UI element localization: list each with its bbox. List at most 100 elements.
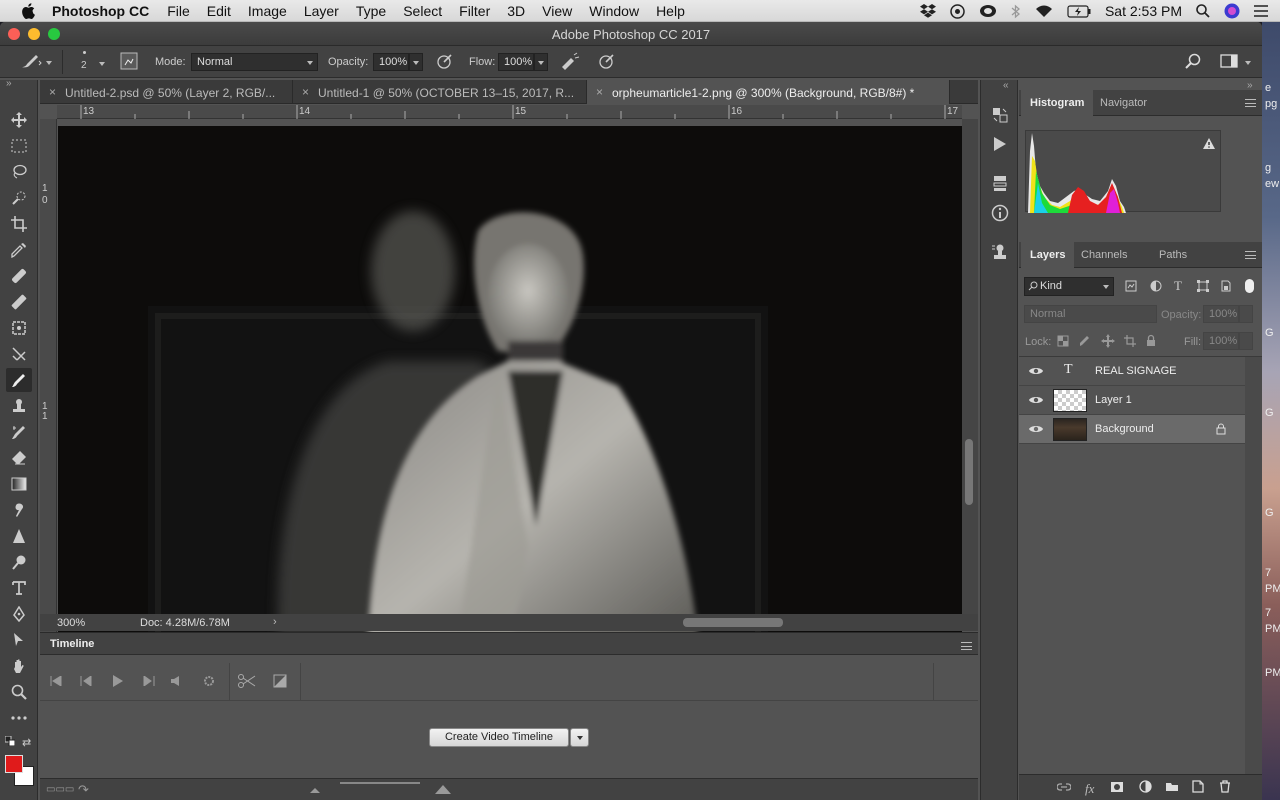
mode-dropdown-arrow[interactable] (307, 61, 313, 65)
workspace-switcher-icon[interactable] (1220, 54, 1238, 68)
lock-artboard-icon[interactable] (1124, 335, 1136, 347)
document-canvas[interactable] (58, 126, 962, 636)
brush-tool-icon-2[interactable] (6, 290, 32, 314)
close-tab-icon[interactable]: × (302, 85, 309, 99)
crop-tool-icon[interactable] (6, 212, 32, 236)
status-menu-arrow-icon[interactable]: › (273, 616, 277, 628)
preset-dropdown-arrow[interactable] (46, 61, 52, 65)
marquee-tool-icon[interactable] (6, 134, 32, 158)
timeline-title[interactable]: Timeline (50, 638, 94, 650)
actions-panel-icon[interactable] (989, 133, 1011, 155)
tab-channels[interactable]: Channels (1072, 242, 1136, 268)
fill-field[interactable]: 100% (1203, 332, 1239, 350)
menu-view[interactable]: View (542, 3, 572, 19)
convert-frame-icon[interactable]: ↷ (78, 782, 89, 798)
history-panel-icon[interactable] (989, 104, 1011, 126)
move-tool-icon[interactable] (6, 108, 32, 132)
clock[interactable]: Sat 2:53 PM (1105, 3, 1182, 19)
layers-scrollbar[interactable] (1245, 357, 1262, 775)
default-colors-icon[interactable] (5, 736, 15, 746)
path-selection-tool-icon[interactable] (6, 628, 32, 652)
fill-dropdown[interactable] (1239, 332, 1253, 350)
mode-select[interactable]: Normal (191, 53, 318, 71)
dropbox-icon[interactable] (919, 4, 936, 18)
tab-untitled-1[interactable]: × Untitled-1 @ 50% (OCTOBER 13–15, 2017, … (293, 80, 587, 104)
healing-brush-tool-icon[interactable] (6, 264, 32, 288)
pressure-size-icon[interactable] (598, 52, 616, 70)
workspace-dropdown-arrow[interactable] (1245, 61, 1251, 65)
zoom-in-timeline-icon[interactable] (435, 784, 451, 794)
more-tools-icon[interactable] (6, 706, 32, 730)
lasso-tool-icon[interactable] (6, 160, 32, 184)
visibility-eye-icon[interactable] (1029, 395, 1043, 405)
timeline-menu-icon[interactable] (961, 642, 972, 650)
visibility-eye-icon[interactable] (1029, 424, 1043, 434)
gradient-tool-icon[interactable] (6, 472, 32, 496)
menu-3d[interactable]: 3D (507, 3, 525, 19)
brush-size-dropdown-arrow[interactable] (99, 62, 105, 66)
eyedropper-tool-icon[interactable] (6, 238, 32, 262)
search-icon[interactable] (1185, 53, 1201, 69)
tab-orpheumarticle[interactable]: × orpheumarticle1-2.png @ 300% (Backgroun… (587, 80, 950, 104)
timeline-zoom-slider[interactable] (340, 782, 420, 784)
pen-tool-icon[interactable] (6, 602, 32, 626)
next-frame-icon[interactable] (143, 676, 155, 686)
tab-layers[interactable]: Layers (1021, 242, 1075, 268)
lock-transparent-pixels-icon[interactable] (1057, 335, 1069, 347)
swap-colors-icon[interactable]: ⇄ (22, 736, 31, 749)
info-panel-icon[interactable] (989, 202, 1011, 224)
filter-shape-layers-icon[interactable] (1197, 280, 1209, 292)
add-layer-mask-icon[interactable] (1110, 781, 1124, 793)
airbrush-icon[interactable] (560, 52, 580, 70)
menu-help[interactable]: Help (656, 3, 685, 19)
lock-position-icon[interactable] (1101, 334, 1115, 348)
filter-pixel-layers-icon[interactable] (1125, 280, 1137, 292)
zoom-out-timeline-icon[interactable] (310, 787, 320, 793)
wifi-icon[interactable] (1035, 4, 1053, 18)
close-tab-icon[interactable]: × (596, 85, 603, 99)
pressure-opacity-icon[interactable] (436, 52, 454, 70)
menu-file[interactable]: File (167, 3, 190, 19)
collapse-dock-icon[interactable]: « (1003, 80, 1009, 91)
type-tool-icon[interactable] (6, 576, 32, 600)
opacity-field[interactable]: 100% (373, 53, 409, 71)
histogram-menu-icon[interactable] (1245, 99, 1256, 107)
close-tab-icon[interactable]: × (49, 85, 56, 99)
filter-smart-objects-icon[interactable] (1221, 280, 1231, 292)
layer-opacity-dropdown[interactable] (1239, 305, 1253, 323)
tab-histogram[interactable]: Histogram (1021, 90, 1094, 116)
tab-untitled-2[interactable]: × Untitled-2.psd @ 50% (Layer 2, RGB/... (40, 80, 293, 104)
blend-mode-select[interactable]: Normal (1024, 305, 1157, 323)
dodge-tool-icon[interactable] (6, 550, 32, 574)
timeline-settings-icon[interactable] (203, 675, 215, 687)
zoom-tool-icon[interactable] (6, 680, 32, 704)
app-menu[interactable]: Photoshop CC (52, 3, 149, 19)
filter-type-layers-icon[interactable]: T (1174, 278, 1182, 294)
menu-layer[interactable]: Layer (304, 3, 339, 19)
visibility-eye-icon[interactable] (1029, 366, 1043, 376)
render-video-icon[interactable]: ▭▭▭ (46, 784, 74, 795)
tab-paths[interactable]: Paths (1150, 242, 1196, 268)
layer-row-background[interactable]: Background (1019, 415, 1245, 444)
layer-opacity-field[interactable]: 100% (1203, 305, 1239, 323)
clone-stamp-tool-icon[interactable] (6, 394, 32, 418)
new-layer-icon[interactable] (1192, 780, 1204, 793)
vertical-scroll-thumb[interactable] (965, 439, 973, 505)
brush-panel-toggle-icon[interactable] (120, 52, 138, 70)
new-adjustment-layer-icon[interactable] (1139, 780, 1152, 793)
siri-icon[interactable] (1224, 3, 1240, 19)
previous-frame-icon[interactable] (80, 676, 92, 686)
foreground-color-swatch[interactable] (5, 755, 23, 773)
lock-all-icon[interactable] (1146, 334, 1156, 347)
history-brush-tool-icon[interactable] (6, 342, 32, 366)
art-history-brush-tool-icon[interactable] (6, 420, 32, 444)
apple-logo-icon[interactable] (20, 2, 38, 20)
menu-window[interactable]: Window (589, 3, 639, 19)
play-icon[interactable] (113, 675, 123, 687)
smudge-tool-icon[interactable] (6, 498, 32, 522)
lock-image-pixels-icon[interactable] (1079, 335, 1091, 347)
layer-row-layer-1[interactable]: Layer 1 (1019, 386, 1245, 415)
horizontal-scroll-thumb[interactable] (683, 618, 783, 627)
filter-toggle-switch[interactable] (1245, 279, 1254, 293)
filter-adjustment-layers-icon[interactable] (1150, 280, 1162, 292)
